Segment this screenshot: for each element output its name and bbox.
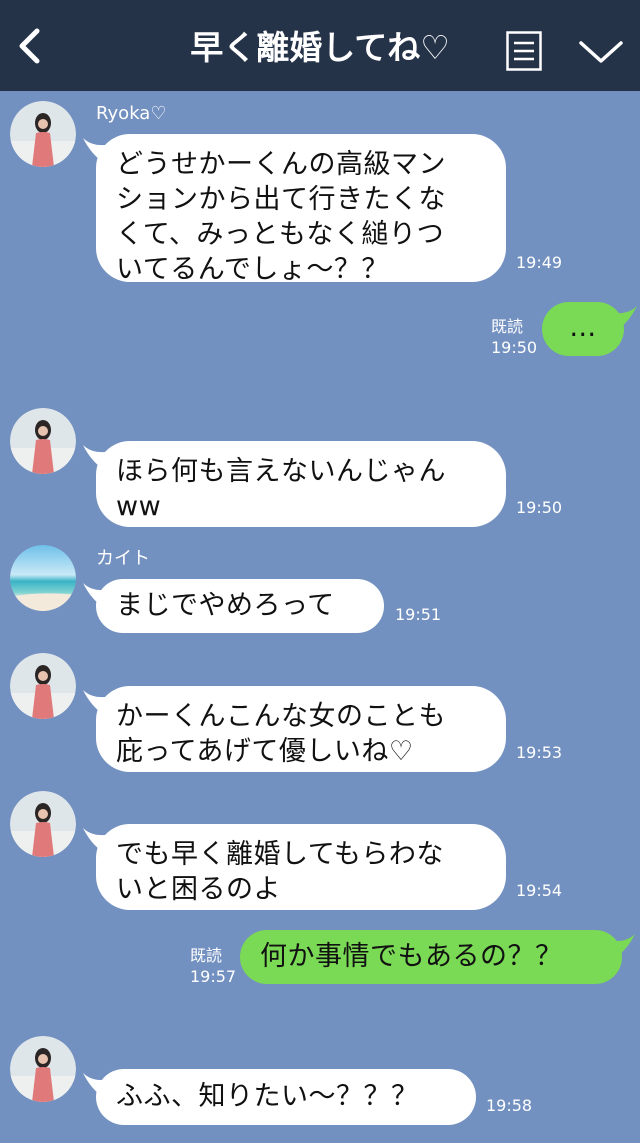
- avatar-ryoka[interactable]: [10, 101, 76, 167]
- message-time: 19:49: [516, 253, 563, 272]
- chat-header: 早く離婚してね♡: [0, 0, 640, 91]
- message-bubble-incoming[interactable]: ほら何も言えないんじゃん ww: [83, 441, 506, 527]
- message-text: ww: [116, 491, 162, 522]
- message-time: 19:54: [516, 881, 563, 900]
- message-text: まじでやめろって: [116, 590, 335, 621]
- message-text: ションから出て行きたくな: [116, 184, 446, 215]
- message-bubble-incoming[interactable]: かーくんこんな女のことも 庇ってあげて優しいね♡: [83, 686, 506, 772]
- message-time: 19:53: [516, 743, 563, 762]
- message-text: ほら何も言えないんじゃん: [116, 456, 446, 487]
- message-text: 庇ってあげて優しいね♡: [116, 736, 414, 767]
- message-text: いと困るのよ: [116, 874, 281, 905]
- message-text: くて、みっともなく縋りつ: [116, 219, 445, 250]
- read-label: 既読: [491, 317, 524, 336]
- avatar-ryoka[interactable]: [10, 791, 76, 857]
- avatar-ryoka[interactable]: [10, 653, 76, 719]
- message-time: 19:58: [486, 1096, 533, 1115]
- chevron-left-icon[interactable]: [10, 26, 50, 66]
- message-time: 19:57: [190, 967, 237, 986]
- message-text: いてるんでしょ〜？？: [116, 254, 389, 285]
- avatar-ryoka[interactable]: [10, 408, 76, 474]
- sender-name: Ryoka♡: [96, 103, 167, 124]
- chat-title: 早く離婚してね♡: [190, 28, 450, 67]
- sender-name: カイト: [96, 548, 150, 569]
- message-bubble-incoming[interactable]: ふふ、知りたい〜？？？: [83, 1069, 476, 1125]
- message-text: かーくんこんな女のことも: [116, 701, 446, 732]
- avatar-kaito[interactable]: [10, 545, 76, 611]
- message-text: でも早く離婚してもらわな: [116, 839, 444, 870]
- message-bubble-incoming[interactable]: まじでやめろって: [83, 579, 384, 633]
- message-text: 何か事情でもあるの？？: [260, 941, 563, 972]
- chevron-down-icon[interactable]: [578, 36, 624, 66]
- message-time: 19:51: [395, 605, 442, 624]
- message-time: 19:50: [516, 498, 563, 517]
- menu-icon[interactable]: [506, 31, 542, 71]
- message-bubble-incoming[interactable]: どうせかーくんの高級マン ションから出て行きたくな くて、みっともなく縋りつ い…: [83, 134, 506, 285]
- message-bubble-outgoing[interactable]: …: [542, 302, 637, 356]
- message-text: どうせかーくんの高級マン: [116, 149, 446, 180]
- message-bubble-outgoing[interactable]: 何か事情でもあるの？？: [240, 930, 635, 984]
- read-label: 既読: [190, 946, 223, 965]
- read-receipt: 既読 19:50: [491, 316, 537, 358]
- message-time: 19:50: [491, 338, 538, 357]
- message-text: ふふ、知りたい〜？？？: [116, 1081, 419, 1112]
- message-bubble-incoming[interactable]: でも早く離婚してもらわな いと困るのよ: [83, 824, 506, 910]
- read-receipt: 既読 19:57: [190, 945, 236, 987]
- avatar-ryoka[interactable]: [10, 1036, 76, 1102]
